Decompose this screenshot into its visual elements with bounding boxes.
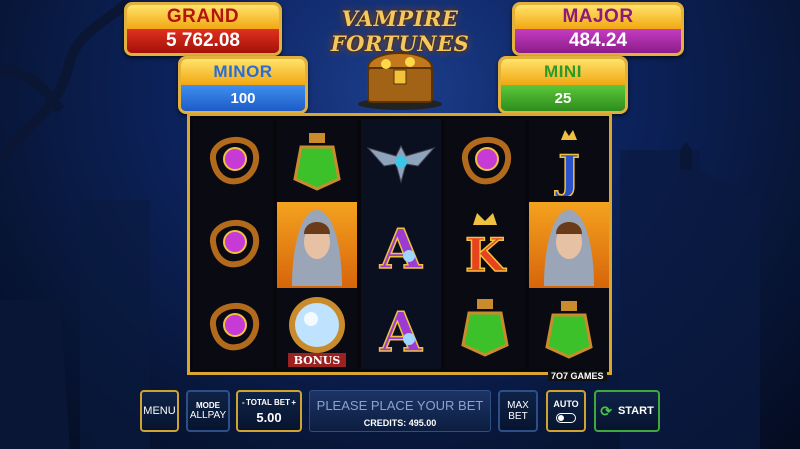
- minor-jackpot-value: 100: [181, 85, 305, 111]
- letter-a-icon: A: [361, 285, 441, 368]
- autoplay-button[interactable]: AUTO: [546, 390, 586, 432]
- menu-label: MENU: [143, 405, 176, 417]
- mini-jackpot-value: 25: [501, 85, 625, 111]
- max-bet-label-1: MAX: [507, 400, 529, 411]
- amulet-icon: [445, 119, 525, 202]
- reel-5: J: [529, 119, 609, 369]
- provider-logo: 7O7 GAMES: [548, 371, 607, 381]
- green-potion-icon: [529, 287, 609, 370]
- total-bet-label: TOTAL BET: [246, 397, 290, 407]
- svg-text:K: K: [465, 228, 507, 279]
- mini-jackpot-label: MINI: [501, 59, 625, 85]
- max-bet-button[interactable]: MAX BET: [498, 390, 538, 432]
- amulet-icon: [193, 285, 273, 368]
- reel-area: BONUS A A K J: [187, 113, 612, 375]
- svg-text:J: J: [554, 145, 580, 196]
- start-label: START: [617, 405, 654, 417]
- letter-k-icon: K: [445, 202, 525, 285]
- reel-4: K: [445, 119, 525, 369]
- green-potion-icon: [277, 119, 357, 202]
- bet-decrease-button[interactable]: -: [242, 398, 245, 407]
- green-potion-icon: [445, 285, 525, 368]
- mode-label: MODE: [196, 401, 220, 410]
- grand-jackpot-label: GRAND: [127, 5, 279, 29]
- reel-3: A A: [361, 119, 441, 369]
- major-jackpot-value: 484.24: [515, 29, 681, 53]
- svg-text:A: A: [379, 300, 423, 359]
- mode-button[interactable]: MODE ALLPAY: [186, 390, 230, 432]
- vampire-lady-icon: [277, 202, 357, 288]
- grand-jackpot: GRAND 5 762.08: [124, 2, 282, 56]
- message-panel: PLEASE PLACE YOUR BET CREDITS: 495.00: [309, 390, 491, 432]
- menu-button[interactable]: MENU: [140, 390, 179, 432]
- minor-jackpot: MINOR 100: [178, 56, 308, 114]
- grand-jackpot-value: 5 762.08: [127, 29, 279, 53]
- mini-jackpot: MINI 25: [498, 56, 628, 114]
- credits-display: CREDITS: 495.00: [363, 418, 437, 428]
- major-jackpot: MAJOR 484.24: [512, 2, 684, 56]
- autoplay-label: AUTO: [553, 399, 579, 409]
- letter-j-icon: J: [529, 119, 609, 202]
- major-jackpot-label: MAJOR: [515, 5, 681, 29]
- start-button[interactable]: ⟳ START: [594, 390, 660, 432]
- bonus-orb-icon: BONUS: [277, 287, 357, 370]
- bonus-label: BONUS: [294, 354, 341, 367]
- total-bet-control[interactable]: - TOTAL BET + 5.00: [236, 390, 302, 432]
- bet-increase-button[interactable]: +: [291, 398, 296, 407]
- bat-crest-icon: [361, 119, 441, 202]
- status-message: PLEASE PLACE YOUR BET: [316, 398, 484, 413]
- spin-arrows-icon: ⟳: [600, 402, 612, 419]
- vampire-lady-icon: [529, 202, 609, 288]
- minor-jackpot-label: MINOR: [181, 59, 305, 85]
- letter-a-icon: A: [361, 202, 441, 285]
- treasure-chest-icon: [358, 52, 442, 110]
- total-bet-value: 5.00: [256, 409, 282, 425]
- game-logo: VAMPIRE FORTUNES: [330, 6, 470, 56]
- mode-value: ALLPAY: [189, 410, 227, 421]
- reel-2: BONUS: [277, 119, 357, 369]
- svg-text:A: A: [379, 217, 423, 276]
- autoplay-toggle-icon: [556, 413, 576, 423]
- max-bet-label-2: BET: [508, 411, 528, 422]
- amulet-icon: [193, 119, 273, 202]
- amulet-icon: [193, 202, 273, 285]
- reel-1: [193, 119, 273, 369]
